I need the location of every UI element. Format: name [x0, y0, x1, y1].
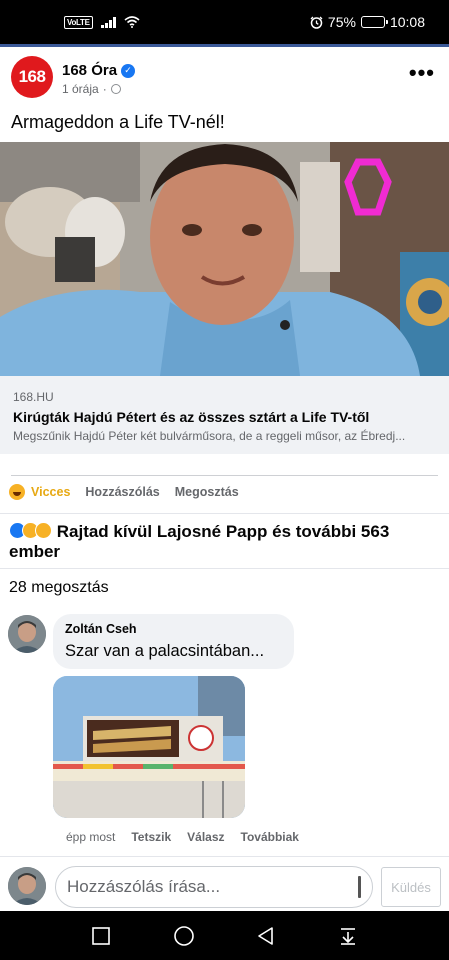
comment-more-button[interactable]: Továbbiak — [241, 830, 299, 844]
link-preview-image[interactable] — [0, 142, 449, 376]
signal-icon — [100, 16, 116, 28]
shares-count[interactable]: 28 megosztás — [9, 579, 109, 597]
comment-bubble[interactable]: Zoltán Cseh Szar van a palacsintában... — [53, 614, 294, 669]
clock: 10:08 — [389, 14, 425, 30]
volte-indicator: VoLTE — [64, 15, 93, 29]
meta-separator: · — [102, 82, 107, 96]
home-icon[interactable] — [173, 925, 195, 947]
post-time[interactable]: 1 órája — [62, 82, 99, 96]
reaction-icons — [9, 522, 52, 539]
post-text: Armageddon a Life TV-nél! — [11, 112, 225, 132]
divider — [11, 475, 438, 476]
status-left: VoLTE — [64, 15, 140, 29]
link-description: Megszűnik Hajdú Péter két bulvárműsora, … — [13, 429, 406, 443]
back-icon[interactable] — [256, 926, 276, 946]
notification-pulldown-icon[interactable] — [338, 926, 358, 946]
react-label: Vicces — [31, 485, 71, 499]
comment-input[interactable] — [55, 866, 373, 908]
status-bar: VoLTE 75% 10:08 — [0, 0, 449, 44]
post-actions: Vicces Hozzászólás Megosztás — [9, 484, 239, 500]
page-name-label: 168 Óra — [62, 62, 118, 79]
commenter-avatar[interactable] — [8, 615, 46, 653]
comment-author[interactable]: Zoltán Cseh — [65, 622, 282, 636]
recents-icon[interactable] — [91, 926, 111, 946]
comment-photo — [53, 676, 245, 818]
comment-button[interactable]: Hozzászólás — [85, 485, 159, 499]
alarm-icon — [310, 16, 323, 29]
page-name[interactable]: 168 Óra ✓ — [62, 62, 136, 79]
share-button[interactable]: Megosztás — [175, 485, 239, 499]
wow-reaction-icon — [35, 522, 52, 539]
divider — [0, 568, 449, 569]
battery-percent: 75% — [327, 14, 356, 30]
app-top-border — [0, 44, 449, 47]
comment-like-button[interactable]: Tetszik — [131, 830, 171, 844]
reactions-text: Rajtad kívül Lajosné Papp és további 563… — [9, 522, 390, 561]
status-right: 75% 10:08 — [310, 14, 425, 30]
avatar-photo — [8, 867, 46, 905]
comment-text: Szar van a palacsintában... — [65, 642, 265, 660]
link-card[interactable]: 168.HU Kirúgták Hajdú Pétert és az össze… — [0, 376, 449, 454]
post-header: 168 168 Óra ✓ 1 órája · ••• — [0, 54, 449, 104]
react-button[interactable]: Vicces — [9, 484, 70, 500]
haha-reaction-icon — [9, 484, 25, 500]
post-meta: 1 órája · — [62, 82, 121, 96]
comment-image[interactable] — [53, 676, 245, 818]
system-nav-bar — [0, 911, 449, 960]
page-avatar[interactable]: 168 — [11, 56, 53, 98]
link-title: Kirúgták Hajdú Pétert és az összes sztár… — [13, 409, 370, 425]
comment-reply-button[interactable]: Válasz — [187, 830, 224, 844]
comment-time: épp most — [66, 830, 116, 844]
reactions-summary[interactable]: Rajtad kívül Lajosné Papp és további 563… — [9, 522, 439, 562]
link-domain: 168.HU — [13, 390, 54, 404]
comment-composer: Küldés — [0, 856, 449, 911]
comment-actions: épp most Tetszik Válasz Továbbiak — [66, 830, 299, 844]
send-button[interactable]: Küldés — [381, 867, 441, 907]
globe-icon — [110, 84, 121, 94]
divider — [0, 513, 449, 514]
my-avatar — [8, 867, 46, 905]
wifi-icon — [124, 16, 140, 28]
text-caret — [358, 876, 361, 898]
verified-badge-icon: ✓ — [121, 63, 136, 78]
link-photo — [0, 142, 449, 376]
battery-icon — [360, 16, 388, 28]
avatar-photo — [8, 615, 46, 653]
more-options-button[interactable]: ••• — [409, 62, 435, 84]
